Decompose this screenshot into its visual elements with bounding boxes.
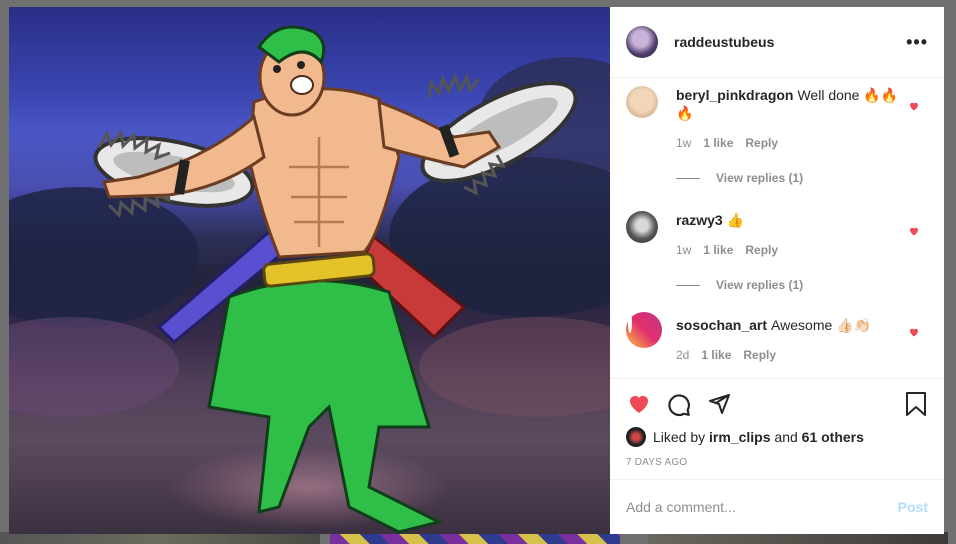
comment-item: sosochan_art Awesome 👍🏻👏🏻 2d 1 like Reply bbox=[626, 312, 928, 362]
comment-body: sosochan_art Awesome 👍🏻👏🏻 2d 1 like Reply bbox=[676, 312, 904, 362]
view-replies-label: View replies (1) bbox=[716, 278, 804, 292]
bookmark-icon[interactable] bbox=[904, 391, 928, 417]
reply-button[interactable]: Reply bbox=[743, 348, 776, 362]
comment-text: Awesome 👍🏻👏🏻 bbox=[771, 317, 872, 333]
commenter-avatar[interactable] bbox=[626, 211, 658, 243]
more-options-icon[interactable]: ••• bbox=[906, 32, 928, 53]
comment-heart-icon[interactable] bbox=[908, 225, 920, 237]
likes-others-link[interactable]: 61 others bbox=[802, 429, 864, 445]
comment-like-count[interactable]: 1 like bbox=[703, 243, 733, 257]
comment-icon[interactable] bbox=[666, 391, 692, 417]
comment-text-line: sosochan_art Awesome 👍🏻👏🏻 bbox=[676, 316, 904, 334]
comment-age[interactable]: 1w bbox=[676, 243, 691, 257]
comment-age[interactable]: 2d bbox=[676, 348, 689, 362]
post-header: raddeustubeus ••• bbox=[610, 7, 944, 78]
comment-text-line: beryl_pinkdragon Well done 🔥🔥🔥 bbox=[676, 86, 904, 122]
comment-item: beryl_pinkdragon Well done 🔥🔥🔥 1w 1 like … bbox=[626, 86, 928, 150]
comment-text: 👍 bbox=[726, 212, 745, 228]
add-comment-bar: Post bbox=[610, 479, 944, 534]
comment-username[interactable]: beryl_pinkdragon bbox=[676, 87, 793, 103]
view-replies-label: View replies (1) bbox=[716, 171, 804, 185]
comment-body: razwy3 👍 1w 1 like Reply bbox=[676, 211, 904, 257]
action-bar bbox=[626, 387, 928, 421]
view-replies-button[interactable]: View replies (1) bbox=[676, 171, 928, 185]
post-timestamp[interactable]: 7 DAYS AGO bbox=[626, 457, 928, 468]
post-image[interactable] bbox=[9, 7, 610, 534]
heart-icon[interactable] bbox=[626, 392, 652, 416]
comments-list[interactable]: beryl_pinkdragon Well done 🔥🔥🔥 1w 1 like … bbox=[610, 78, 944, 378]
liker-avatar[interactable] bbox=[626, 427, 646, 447]
likes-conj: and bbox=[774, 429, 798, 445]
comment-meta: 1w 1 like Reply bbox=[676, 136, 904, 150]
comment-username[interactable]: razwy3 bbox=[676, 212, 723, 228]
share-icon[interactable] bbox=[706, 392, 732, 416]
comment-item: razwy3 👍 1w 1 like Reply bbox=[626, 211, 928, 257]
comment-heart-icon[interactable] bbox=[908, 100, 920, 112]
reply-button[interactable]: Reply bbox=[745, 136, 778, 150]
likes-summary: Liked by irm_clips and 61 others bbox=[626, 427, 928, 447]
comment-like-count[interactable]: 1 like bbox=[703, 136, 733, 150]
post-comment-button[interactable]: Post bbox=[898, 499, 928, 515]
comment-text-line: razwy3 👍 bbox=[676, 211, 904, 229]
comment-input[interactable] bbox=[626, 499, 898, 515]
owner-avatar[interactable] bbox=[626, 26, 658, 58]
commenter-avatar[interactable] bbox=[626, 86, 658, 118]
comment-username[interactable]: sosochan_art bbox=[676, 317, 767, 333]
post-details-panel: raddeustubeus ••• beryl_pinkdragon Well d… bbox=[610, 7, 944, 534]
comment-like-count[interactable]: 1 like bbox=[701, 348, 731, 362]
owner-username[interactable]: raddeustubeus bbox=[674, 34, 774, 50]
comment-meta: 2d 1 like Reply bbox=[676, 348, 904, 362]
commenter-avatar[interactable] bbox=[626, 312, 662, 348]
reply-button[interactable]: Reply bbox=[745, 243, 778, 257]
post-artwork-drawing bbox=[9, 25, 610, 534]
replies-divider bbox=[676, 177, 700, 179]
avatar-image bbox=[628, 312, 632, 333]
replies-divider bbox=[676, 284, 700, 286]
post-actions: Liked by irm_clips and 61 others 7 DAYS … bbox=[610, 378, 944, 479]
comment-heart-icon[interactable] bbox=[908, 326, 920, 338]
liker-username[interactable]: irm_clips bbox=[709, 429, 770, 445]
comment-meta: 1w 1 like Reply bbox=[676, 243, 904, 257]
view-replies-button[interactable]: View replies (1) bbox=[676, 278, 928, 292]
comment-body: beryl_pinkdragon Well done 🔥🔥🔥 1w 1 like … bbox=[676, 86, 904, 150]
likes-prefix: Liked by bbox=[653, 429, 706, 445]
comment-age[interactable]: 1w bbox=[676, 136, 691, 150]
